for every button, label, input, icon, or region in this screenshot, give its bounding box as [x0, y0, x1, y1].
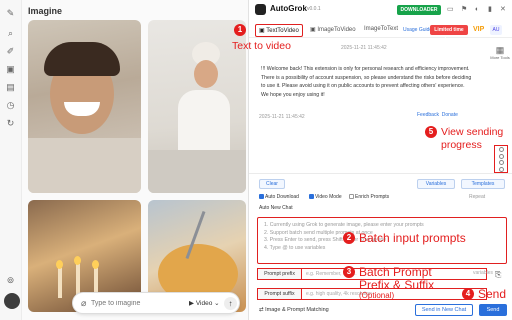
mode-tabs: ▣ TextToVideo ▣ ImageToVideo ImageToText…: [249, 20, 512, 43]
more-tools-button[interactable]: ▦ More Tools: [490, 45, 510, 60]
callout-text-line2: progress: [441, 139, 482, 151]
callout-badge: 1: [234, 24, 246, 36]
auto-download-option[interactable]: Auto Download: [259, 194, 299, 201]
page-title: Imagine: [28, 6, 63, 16]
message-actions: Feedback Donate: [417, 112, 458, 118]
callout-text: Text to video: [232, 40, 291, 52]
welcome-message: !!! Welcome back! This extension is only…: [261, 66, 472, 98]
callout-sub: (Optional): [359, 291, 395, 300]
option-label: Video Mode: [315, 194, 342, 200]
compose-icon[interactable]: ✐: [5, 46, 16, 57]
callout-text-line2: Prefix & Suffix: [359, 278, 435, 292]
prompt-suffix-label: Prompt suffix: [257, 288, 301, 300]
checkbox[interactable]: [259, 194, 264, 199]
tab-text-to-video[interactable]: ▣ TextToVideo: [255, 24, 303, 37]
timestamp-top: 2025-11-21 11:45:42: [341, 45, 387, 51]
variables-button[interactable]: Variables: [417, 179, 455, 189]
mode-label: Video: [195, 300, 213, 307]
toggle-label: Auto New Chat: [259, 205, 293, 211]
timestamp-bottom: 2025-11-21 11:45:42: [259, 114, 305, 120]
doc-icon[interactable]: ▭: [447, 5, 454, 14]
send-button[interactable]: Send: [479, 304, 507, 316]
variables-label: Variables: [425, 181, 447, 187]
templates-label: Templates: [471, 181, 495, 187]
left-rail: ✎ ⌕ ✐ ▣ ▤ ◷ ↻ ⊚: [0, 0, 22, 320]
pencil-icon[interactable]: ✎: [5, 8, 16, 19]
placeholder-line: 1. Currently using Grok to generate imag…: [264, 222, 424, 228]
avatar[interactable]: [4, 293, 20, 309]
history-icon[interactable]: ◷: [5, 100, 16, 111]
callout-badge: 3: [343, 266, 355, 278]
callout-badge: 4: [462, 288, 474, 300]
brand-name: AutoGrok: [270, 4, 307, 13]
footer-label: Image & Prompt Matching: [265, 307, 329, 313]
templates-button[interactable]: Templates: [461, 179, 505, 189]
language-badge[interactable]: AU: [490, 25, 502, 35]
tab-label: ImageToText: [364, 26, 399, 32]
theme-icon[interactable]: ◐: [475, 5, 479, 14]
progress-highlight: [494, 145, 508, 173]
enrich-prompts-option[interactable]: Enrich Prompts: [349, 194, 389, 201]
imagine-prompt-input[interactable]: [91, 296, 169, 311]
tab-image-to-text[interactable]: ImageToText: [361, 24, 401, 34]
gallery-image-laughing-man[interactable]: [28, 20, 141, 193]
video-mode-icon: ▶: [189, 300, 196, 307]
image-prompt-matching-button[interactable]: ⇄ Image & Prompt Matching: [259, 307, 329, 313]
tab-label: ImageToVideo: [317, 27, 356, 33]
panel-icon[interactable]: ▮: [488, 5, 492, 14]
checkbox[interactable]: [349, 194, 354, 199]
video-mode-option[interactable]: Video Mode: [309, 194, 342, 201]
extension-header: AutoGrok v0.0.1 DOWNLOADER ▭ ⚑ ◐ ▮ ✕: [249, 0, 512, 18]
clear-label: Clear: [266, 181, 278, 187]
arrow-up-icon[interactable]: ↑: [224, 297, 237, 310]
imagine-prompt-bar: ⌀ ▶ Video ⌄ ↑: [72, 292, 240, 314]
auto-new-chat-toggle[interactable]: Auto New Chat: [259, 205, 293, 211]
search-icon[interactable]: ⌕: [5, 28, 16, 39]
vip-badge[interactable]: VIP: [473, 26, 484, 33]
repeat-label[interactable]: Repeat: [469, 194, 485, 200]
callout-text: Batch Prompt: [359, 265, 432, 279]
image-icon[interactable]: ▣: [5, 64, 16, 75]
divider: [249, 173, 512, 174]
mode-selector[interactable]: ▶ Video ⌄: [189, 299, 220, 307]
version-label: v0.0.1: [307, 6, 321, 12]
paperclip-icon[interactable]: ⌀: [81, 298, 86, 309]
refresh-icon[interactable]: ↻: [5, 118, 16, 129]
tab-image-to-video[interactable]: ▣ ImageToVideo: [307, 24, 359, 35]
limited-time-badge[interactable]: Limited time free: [430, 25, 468, 43]
usage-guide-link[interactable]: Usage Guide: [403, 27, 432, 33]
donate-link[interactable]: Donate: [442, 112, 458, 118]
placeholder-line: 4. Type @ to use variables: [264, 245, 326, 252]
feedback-link[interactable]: Feedback: [417, 112, 439, 118]
more-tools-label: More Tools: [490, 55, 510, 60]
clear-button[interactable]: Clear: [259, 179, 285, 189]
imagine-app: ✎ ⌕ ✐ ▣ ▤ ◷ ↻ ⊚ Imagine ⌀ ▶ Video ⌄: [0, 0, 248, 320]
grid-icon: ▦: [495, 45, 505, 55]
signal-icon[interactable]: ⊚: [5, 275, 16, 286]
close-icon[interactable]: ✕: [500, 5, 506, 14]
prompt-prefix-label: Prompt prefix: [257, 268, 301, 280]
flag-icon[interactable]: ⚑: [461, 5, 467, 14]
option-label: Enrich Prompts: [355, 194, 390, 200]
callout-text: Send: [478, 287, 507, 301]
variables-hint: variables: [473, 270, 494, 276]
callout-badge: 5: [425, 126, 437, 138]
checkbox[interactable]: [309, 194, 314, 199]
chevron-down-icon: ⌄: [214, 300, 220, 307]
callout-text: Batch input prompts: [359, 231, 466, 245]
chat-icon[interactable]: ⎘: [495, 270, 501, 280]
tab-label: TextToVideo: [266, 28, 299, 34]
downloader-button[interactable]: DOWNLOADER: [397, 5, 441, 15]
autogrok-logo: [255, 4, 266, 15]
callout-badge: 2: [343, 232, 355, 244]
option-label: Auto Download: [265, 194, 299, 200]
callout-text: View sending: [441, 126, 504, 138]
send-new-chat-button[interactable]: Send in New Chat: [415, 304, 473, 316]
folder-icon[interactable]: ▤: [5, 82, 16, 93]
